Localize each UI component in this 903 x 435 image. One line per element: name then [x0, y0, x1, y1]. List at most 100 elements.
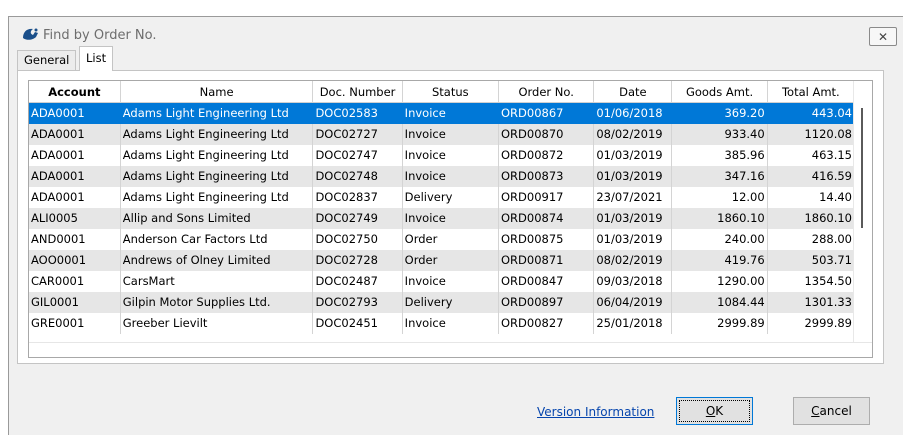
table-cell: ORD00872: [498, 144, 595, 166]
table-row[interactable]: ADA0001 Adams Light Engineering Ltd DOC028…: [29, 186, 856, 208]
tab-general-label: General: [24, 53, 70, 67]
column-header-doc-number[interactable]: Doc. Number: [312, 81, 403, 103]
table-cell: 369.20: [671, 102, 768, 124]
ok-button[interactable]: OK: [676, 397, 753, 425]
tab-general[interactable]: General: [17, 50, 77, 70]
table-cell: 25/01/2018: [593, 312, 673, 334]
table-row[interactable]: ALI0005 Allip and Sons Limited DOC02749 Inv…: [29, 207, 856, 229]
vertical-scrollbar[interactable]: [853, 81, 872, 357]
table-cell: 1120.08: [767, 123, 856, 145]
tab-list[interactable]: List: [79, 46, 114, 71]
table-row[interactable]: GIL0001 Gilpin Motor Supplies Ltd. DOC0279…: [29, 291, 856, 313]
cancel-label-rest: ancel: [819, 404, 852, 418]
table-cell: 01/03/2019: [593, 144, 673, 166]
table-cell: 416.59: [767, 165, 856, 187]
table-cell: Greeber Lievilt: [120, 312, 314, 334]
table-cell: 933.40: [671, 123, 768, 145]
table-cell: AND0001: [29, 228, 121, 250]
title-bar: Find by Order No. ✕: [9, 17, 903, 46]
close-button[interactable]: ✕: [869, 27, 897, 46]
table-cell: Order: [402, 228, 500, 250]
table-row[interactable]: ADA0001 Adams Light Engineering Ltd DOC027…: [29, 144, 856, 166]
table-cell: 463.15: [767, 144, 856, 166]
table-cell: 01/03/2019: [593, 165, 673, 187]
table-cell: Andrews of Olney Limited: [120, 249, 314, 271]
table-cell: 2999.89: [671, 312, 768, 334]
table-cell: 14.40: [767, 186, 856, 208]
table-row[interactable]: GRE0001 Greeber Lievilt DOC02451 Invoice ORD…: [29, 312, 856, 334]
app-logo-icon: [23, 28, 38, 40]
table-cell: ADA0001: [29, 186, 121, 208]
table-cell: 01/03/2019: [593, 207, 673, 229]
table-cell: Invoice: [402, 123, 500, 145]
table-cell: ORD00917: [498, 186, 595, 208]
table-cell: 2999.89: [767, 312, 856, 334]
table-cell: 288.00: [767, 228, 856, 250]
column-header-date[interactable]: Date: [593, 81, 673, 103]
table-row[interactable]: ADA0001 Adams Light Engineering Ltd DOC025…: [29, 102, 856, 124]
table-cell: 419.76: [671, 249, 768, 271]
orders-grid[interactable]: Account Name Doc. Number Status Order No…: [28, 80, 873, 358]
table-cell: 23/07/2021: [593, 186, 673, 208]
table-cell: DOC02749: [312, 207, 403, 229]
close-icon: ✕: [877, 29, 889, 44]
table-row[interactable]: AND0001 Anderson Car Factors Ltd DOC02750 O…: [29, 228, 856, 250]
table-cell: ADA0001: [29, 144, 121, 166]
table-cell: Adams Light Engineering Ltd: [120, 186, 314, 208]
table-cell: ORD00827: [498, 312, 595, 334]
table-cell: DOC02748: [312, 165, 403, 187]
table-cell: Invoice: [402, 207, 500, 229]
table-cell: Invoice: [402, 165, 500, 187]
table-cell: 240.00: [671, 228, 768, 250]
table-cell: 1860.10: [671, 207, 768, 229]
table-cell: DOC02747: [312, 144, 403, 166]
table-cell: Order: [402, 249, 500, 271]
column-header-goods-amt[interactable]: Goods Amt.: [671, 81, 768, 103]
table-row[interactable]: ADA0001 Adams Light Engineering Ltd DOC027…: [29, 165, 856, 187]
table-cell: ADA0001: [29, 102, 121, 124]
ok-label-rest: K: [715, 404, 724, 418]
table-cell: ORD00847: [498, 270, 595, 292]
table-cell: DOC02837: [312, 186, 403, 208]
table-cell: Invoice: [402, 270, 500, 292]
window-title: Find by Order No.: [43, 28, 157, 43]
table-cell: 347.16: [671, 165, 768, 187]
table-cell: Delivery: [402, 291, 500, 313]
ok-accelerator: O: [705, 404, 716, 418]
table-cell: ORD00873: [498, 165, 595, 187]
table-cell: Adams Light Engineering Ltd: [120, 123, 314, 145]
table-cell: Delivery: [402, 186, 500, 208]
table-cell: 1084.44: [671, 291, 768, 313]
table-cell: Adams Light Engineering Ltd: [120, 102, 314, 124]
column-header-account[interactable]: Account: [29, 81, 121, 103]
table-cell: AOO0001: [29, 249, 121, 271]
table-cell: Invoice: [402, 312, 500, 334]
column-header-total-amt[interactable]: Total Amt.: [767, 81, 856, 103]
table-cell: 08/02/2019: [593, 123, 673, 145]
table-cell: DOC02451: [312, 312, 403, 334]
tab-list-label: List: [86, 51, 107, 65]
table-cell: 1354.50: [767, 270, 856, 292]
table-cell: ORD00871: [498, 249, 595, 271]
table-cell: Adams Light Engineering Ltd: [120, 165, 314, 187]
table-cell: Gilpin Motor Supplies Ltd.: [120, 291, 314, 313]
grid-bottom-gap: [29, 342, 872, 357]
table-row[interactable]: ADA0001 Adams Light Engineering Ltd DOC027…: [29, 123, 856, 145]
table-cell: 1860.10: [767, 207, 856, 229]
table-cell: Anderson Car Factors Ltd: [120, 228, 314, 250]
table-cell: Adams Light Engineering Ltd: [120, 144, 314, 166]
table-cell: CarsMart: [120, 270, 314, 292]
column-header-order-no[interactable]: Order No.: [498, 81, 595, 103]
table-row[interactable]: CAR0001 CarsMart DOC02487 Invoice ORD00847 09…: [29, 270, 856, 292]
column-header-name[interactable]: Name: [120, 81, 314, 103]
table-cell: Invoice: [402, 144, 500, 166]
cancel-button[interactable]: Cancel: [793, 397, 870, 425]
table-cell: DOC02583: [312, 102, 403, 124]
grid-header-row: Account Name Doc. Number Status Order No…: [29, 81, 856, 103]
version-information-link[interactable]: Version Information: [537, 405, 654, 419]
table-cell: 08/02/2019: [593, 249, 673, 271]
table-row[interactable]: AOO0001 Andrews of Olney Limited DOC02728 O…: [29, 249, 856, 271]
column-header-status[interactable]: Status: [402, 81, 500, 103]
scrollbar-thumb[interactable]: [861, 108, 863, 228]
cancel-accelerator: C: [811, 404, 820, 418]
